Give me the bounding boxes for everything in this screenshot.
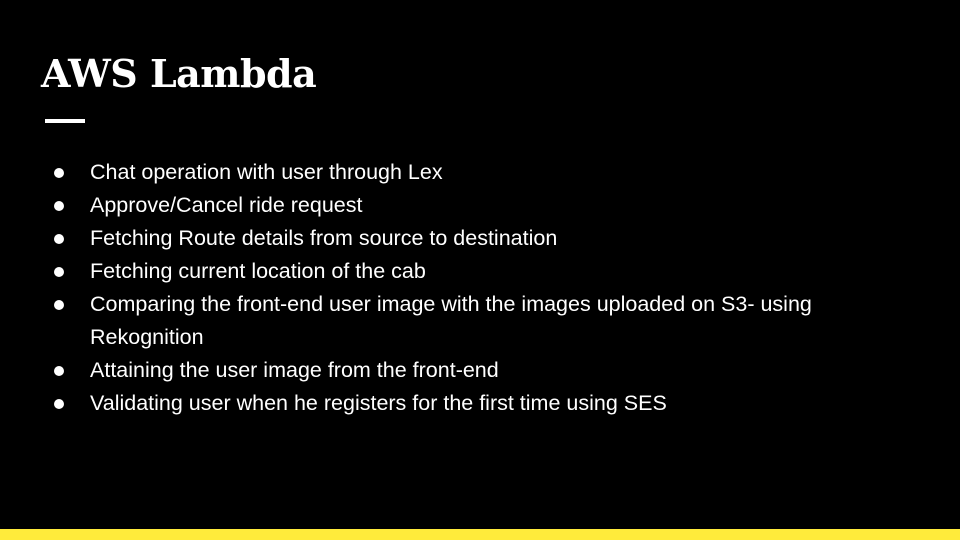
bullet-text: Validating user when he registers for th… <box>90 391 667 415</box>
bullet-icon <box>54 168 64 178</box>
bullet-icon <box>54 366 64 376</box>
list-item: Fetching Route details from source to de… <box>52 222 912 255</box>
bullet-text: Comparing the front-end user image with … <box>90 292 812 349</box>
list-item: Approve/Cancel ride request <box>52 189 912 222</box>
list-item: Attaining the user image from the front-… <box>52 354 912 387</box>
bullet-icon <box>54 267 64 277</box>
bullet-text: Approve/Cancel ride request <box>90 193 363 217</box>
bullet-icon <box>54 201 64 211</box>
bullet-icon <box>54 300 64 310</box>
bullet-text: Attaining the user image from the front-… <box>90 358 499 382</box>
bullet-icon <box>54 399 64 409</box>
slide: AWS Lambda Chat operation with user thro… <box>0 0 960 540</box>
accent-bar <box>0 529 960 540</box>
title-underline <box>45 119 85 123</box>
slide-title: AWS Lambda <box>41 51 317 96</box>
bullet-list: Chat operation with user through Lex App… <box>52 156 912 420</box>
bullet-text: Chat operation with user through Lex <box>90 160 443 184</box>
list-item: Validating user when he registers for th… <box>52 387 912 420</box>
list-item: Comparing the front-end user image with … <box>52 288 912 354</box>
bullet-text: Fetching current location of the cab <box>90 259 426 283</box>
list-item: Chat operation with user through Lex <box>52 156 912 189</box>
bullet-text: Fetching Route details from source to de… <box>90 226 558 250</box>
bullet-icon <box>54 234 64 244</box>
list-item: Fetching current location of the cab <box>52 255 912 288</box>
